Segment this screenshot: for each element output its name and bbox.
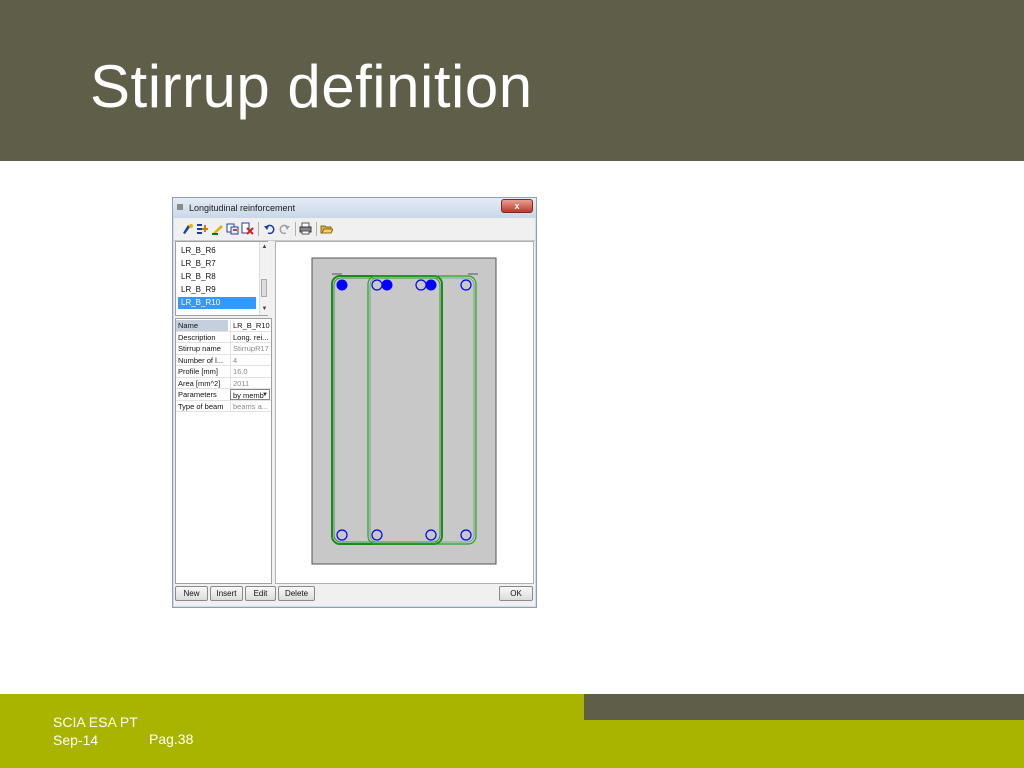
property-name: Name xyxy=(176,320,228,331)
edit-button[interactable]: Edit xyxy=(245,586,276,601)
edit-icon[interactable] xyxy=(211,222,224,235)
dialog-button-bar: New Insert Edit Delete OK xyxy=(174,584,535,606)
beam-section xyxy=(311,257,497,565)
scroll-down-icon[interactable]: ▼ xyxy=(261,305,268,313)
list-item[interactable]: LR_B_R6 xyxy=(178,245,256,257)
footer-date: Sep-14 xyxy=(53,732,99,748)
toolbar-separator xyxy=(295,222,296,236)
footer-company: SCIA ESA PT xyxy=(53,714,138,730)
add-icon[interactable] xyxy=(196,222,209,235)
property-name: Number of l... xyxy=(178,355,224,365)
property-value: 16.0 xyxy=(230,366,270,377)
property-row[interactable]: Stirrup name StirrupR17 xyxy=(176,343,271,355)
redo-icon[interactable] xyxy=(278,222,291,235)
property-row[interactable]: Type of beam beams a... xyxy=(176,400,271,412)
dropdown-value: by memb xyxy=(233,391,264,400)
copy-icon[interactable] xyxy=(226,222,239,235)
list-item[interactable]: LR_B_R9 xyxy=(178,284,256,296)
undo-icon[interactable] xyxy=(263,222,276,235)
property-value[interactable]: LR_B_R10 xyxy=(230,320,270,331)
longitudinal-reinforcement-dialog: Longitudinal reinforcement x LR_B_R6 LR_… xyxy=(172,197,537,608)
property-row[interactable]: Number of l... 4 xyxy=(176,354,271,366)
property-name: Parameters xyxy=(178,390,217,399)
property-row[interactable]: Area [mm^2] 2011 xyxy=(176,377,271,389)
property-value: beams a... xyxy=(230,400,270,412)
ok-button[interactable]: OK xyxy=(499,586,533,601)
property-name: Type of beam xyxy=(178,401,224,411)
footer-accent-strip xyxy=(584,694,1024,720)
property-name: Area [mm^2] xyxy=(178,378,221,388)
slide-header: Stirrup definition xyxy=(0,0,1024,161)
select-icon[interactable] xyxy=(181,222,194,235)
property-row[interactable]: Profile [mm] 16.0 xyxy=(176,366,271,378)
property-value[interactable]: Long. rei... xyxy=(230,331,270,343)
list-item[interactable]: LR_B_R8 xyxy=(178,271,256,283)
delete-button[interactable]: Delete xyxy=(278,586,315,601)
property-name: Stirrup name xyxy=(178,344,221,353)
property-value: StirrupR17 xyxy=(230,343,270,354)
parameters-dropdown[interactable]: by memb ▼ xyxy=(230,389,270,400)
section-preview[interactable] xyxy=(275,241,534,584)
open-folder-icon[interactable] xyxy=(320,222,334,235)
dialog-titlebar[interactable]: Longitudinal reinforcement x xyxy=(173,198,536,218)
property-value: 4 xyxy=(230,354,270,366)
property-row[interactable]: Name LR_B_R10 xyxy=(176,320,271,332)
toolbar-separator xyxy=(258,222,259,236)
list-item[interactable]: LR_B_R7 xyxy=(178,258,256,270)
reinforcement-list[interactable]: LR_B_R6 LR_B_R7 LR_B_R8 LR_B_R9 LR_B_R10… xyxy=(175,241,269,316)
slide-title: Stirrup definition xyxy=(90,53,533,120)
section-drawing xyxy=(311,257,497,565)
new-button[interactable]: New xyxy=(175,586,208,601)
window-icon xyxy=(177,204,183,210)
toolbar xyxy=(174,218,535,241)
rebar-filled xyxy=(381,279,393,291)
properties-grid: Name LR_B_R10 Description Long. rei... S… xyxy=(175,318,272,584)
close-button[interactable]: x xyxy=(501,199,533,213)
property-row[interactable]: Description Long. rei... xyxy=(176,331,271,343)
toolbar-separator xyxy=(316,222,317,236)
dialog-title: Longitudinal reinforcement xyxy=(189,203,296,213)
property-name: Profile [mm] xyxy=(178,367,219,376)
property-row[interactable]: Parameters by memb ▼ xyxy=(176,389,271,401)
print-icon[interactable] xyxy=(299,222,312,235)
insert-button[interactable]: Insert xyxy=(210,586,243,601)
list-item-selected[interactable]: LR_B_R10 xyxy=(178,297,256,309)
rebar-filled xyxy=(425,279,437,291)
list-scrollbar[interactable]: ▲ ▼ xyxy=(259,242,269,315)
dialog-client: LR_B_R6 LR_B_R7 LR_B_R8 LR_B_R9 LR_B_R10… xyxy=(174,218,535,606)
chevron-down-icon[interactable]: ▼ xyxy=(262,390,268,399)
property-value: 2011 xyxy=(230,377,270,389)
rebar-filled xyxy=(336,279,348,291)
scroll-up-icon[interactable]: ▲ xyxy=(261,243,268,251)
delete-icon[interactable] xyxy=(241,222,254,235)
property-name: Description xyxy=(178,332,216,342)
footer-page-number: Pag.38 xyxy=(149,731,194,747)
scroll-thumb[interactable] xyxy=(261,279,267,297)
